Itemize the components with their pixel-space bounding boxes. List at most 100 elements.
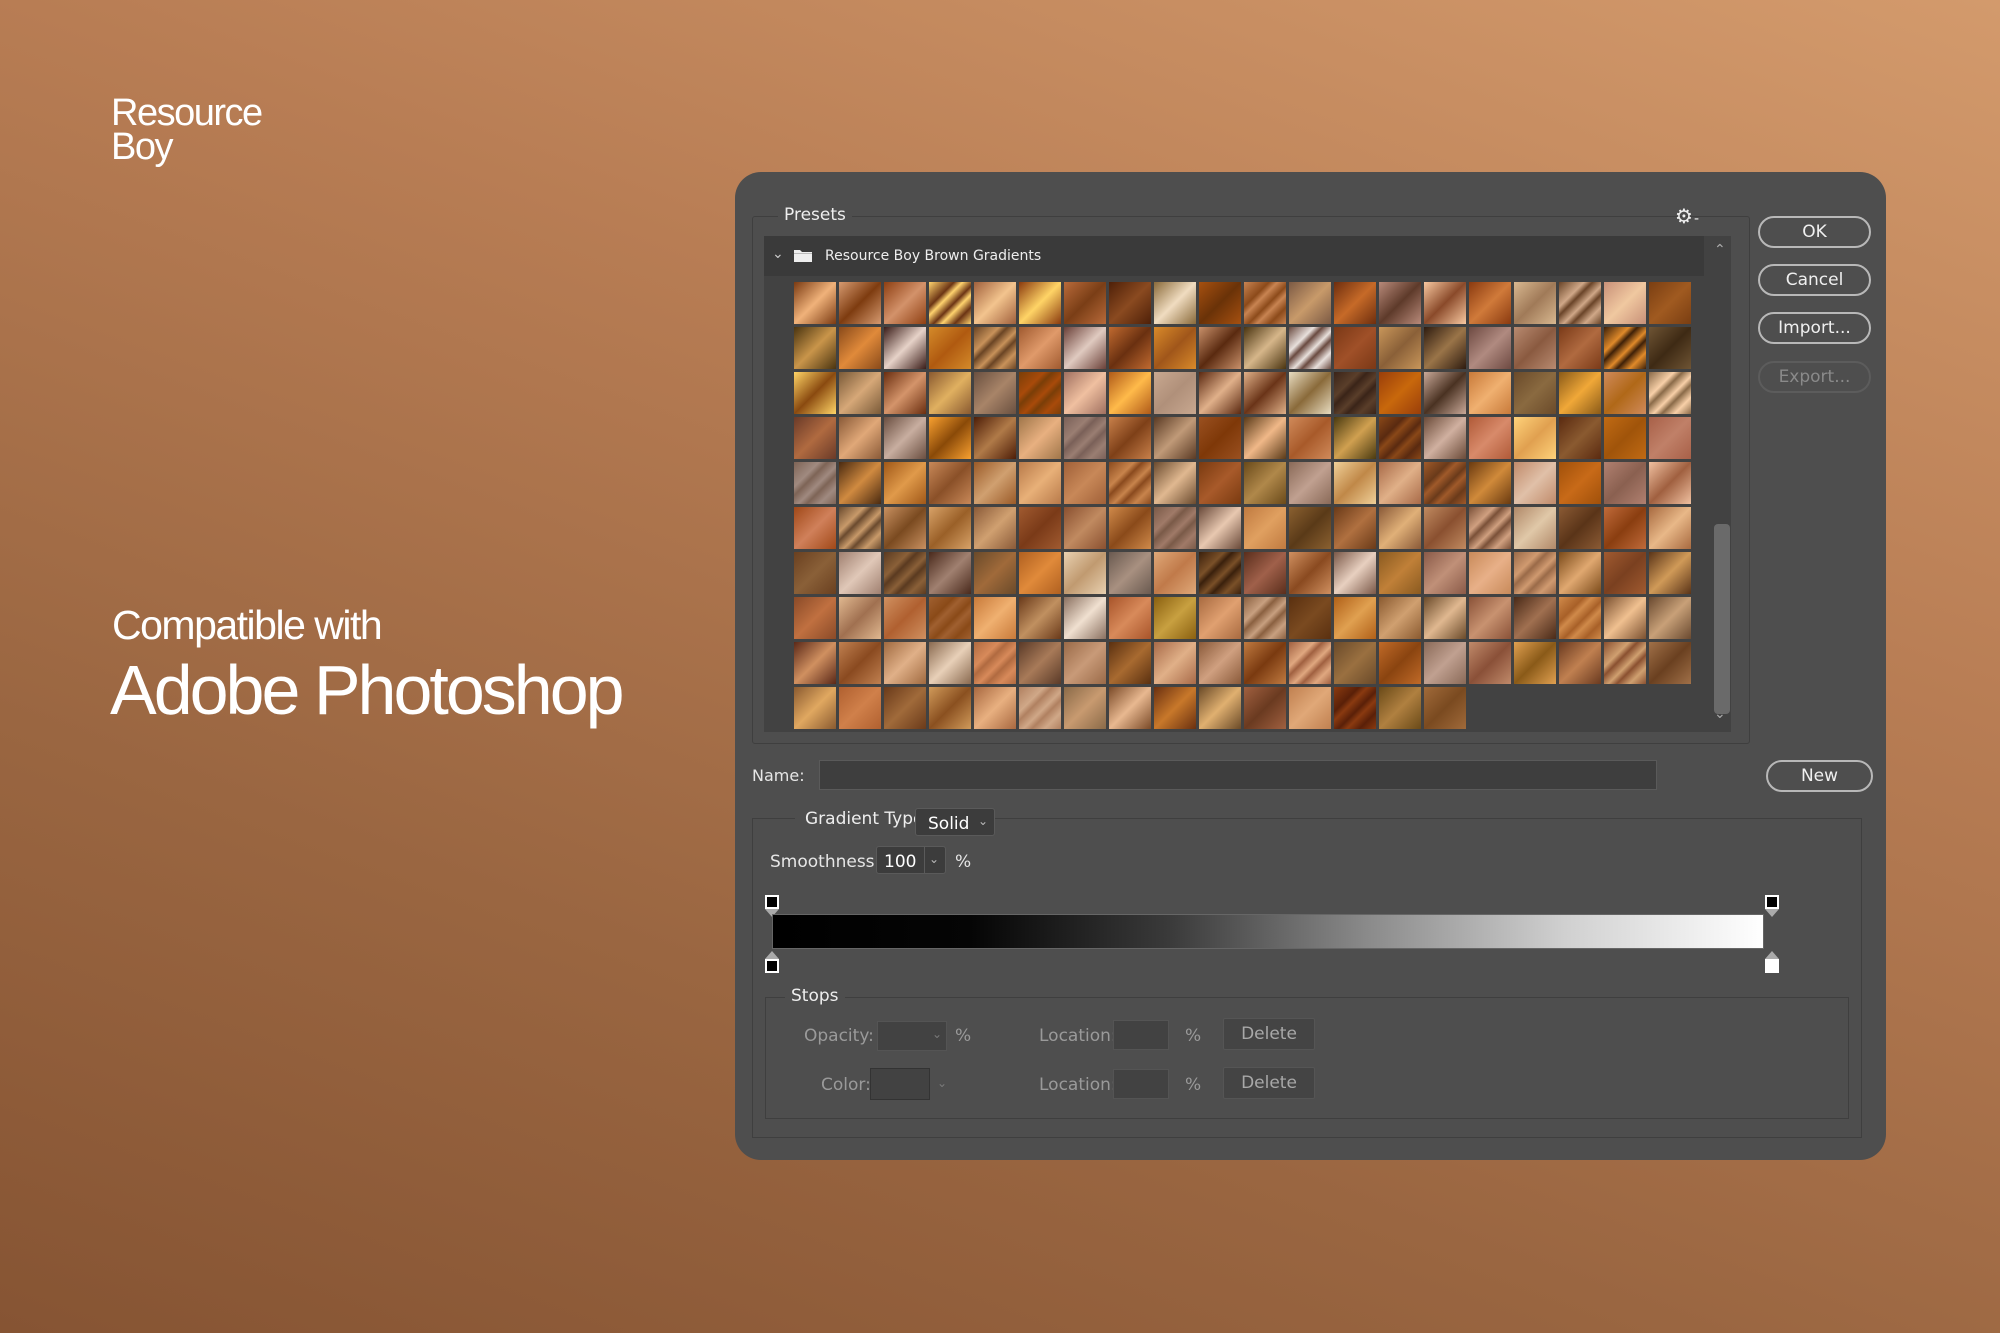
gradient-swatch[interactable] <box>1379 417 1421 459</box>
gradient-swatch[interactable] <box>1244 372 1286 414</box>
chevron-down-icon[interactable]: ⌄ <box>937 1076 947 1090</box>
color-stop-left[interactable] <box>765 951 779 973</box>
gradient-swatch[interactable] <box>1109 507 1151 549</box>
gradient-swatch[interactable] <box>929 417 971 459</box>
gradient-swatch[interactable] <box>929 462 971 504</box>
gradient-swatch[interactable] <box>1109 687 1151 729</box>
gradient-swatch[interactable] <box>1289 507 1331 549</box>
opacity-stop-right[interactable] <box>1765 895 1779 917</box>
gradient-swatch[interactable] <box>1334 462 1376 504</box>
gradient-swatch[interactable] <box>1514 507 1556 549</box>
import-button[interactable]: Import... <box>1758 312 1871 344</box>
gradient-swatch[interactable] <box>1604 462 1646 504</box>
gradient-swatch[interactable] <box>974 372 1016 414</box>
gradient-swatch[interactable] <box>1064 597 1106 639</box>
gradient-swatch[interactable] <box>1559 372 1601 414</box>
gradient-swatch[interactable] <box>884 687 926 729</box>
gradient-swatch[interactable] <box>1064 372 1106 414</box>
preset-folder-row[interactable]: ⌄ Resource Boy Brown Gradients <box>764 236 1704 276</box>
gradient-swatch[interactable] <box>1424 642 1466 684</box>
gradient-swatch[interactable] <box>1289 417 1331 459</box>
gradient-swatch[interactable] <box>1514 417 1556 459</box>
gradient-swatch[interactable] <box>974 597 1016 639</box>
gradient-swatch[interactable] <box>974 507 1016 549</box>
gradient-swatch[interactable] <box>1199 507 1241 549</box>
gradient-swatch[interactable] <box>1289 462 1331 504</box>
gradient-type-select[interactable]: Solid ⌄ <box>915 808 995 836</box>
gradient-swatch[interactable] <box>929 687 971 729</box>
gradient-swatch[interactable] <box>1604 282 1646 324</box>
gradient-swatch[interactable] <box>1199 372 1241 414</box>
gradient-swatch[interactable] <box>1649 507 1691 549</box>
gradient-swatch[interactable] <box>1199 327 1241 369</box>
gradient-swatch[interactable] <box>1469 552 1511 594</box>
gradient-swatch[interactable] <box>884 642 926 684</box>
gradient-swatch[interactable] <box>1109 642 1151 684</box>
gradient-swatch[interactable] <box>839 372 881 414</box>
chevron-down-icon[interactable]: ⌄ <box>929 852 939 866</box>
gradient-swatch[interactable] <box>929 642 971 684</box>
gradient-swatch[interactable] <box>1019 372 1061 414</box>
gradient-swatch[interactable] <box>1334 282 1376 324</box>
gradient-swatch[interactable] <box>1649 327 1691 369</box>
gradient-swatch[interactable] <box>794 642 836 684</box>
gradient-swatch[interactable] <box>1244 327 1286 369</box>
gradient-swatch[interactable] <box>794 372 836 414</box>
gradient-swatch[interactable] <box>1649 462 1691 504</box>
gradient-swatch[interactable] <box>839 327 881 369</box>
gradient-swatch[interactable] <box>1244 282 1286 324</box>
gradient-swatch[interactable] <box>1559 507 1601 549</box>
gradient-swatch[interactable] <box>1199 597 1241 639</box>
gear-icon[interactable]: ⚙- <box>1675 204 1699 228</box>
color-stop-right[interactable] <box>1765 951 1779 973</box>
gradient-swatch[interactable] <box>1469 417 1511 459</box>
gradient-swatch[interactable] <box>1334 687 1376 729</box>
gradient-swatch[interactable] <box>1514 597 1556 639</box>
gradient-swatch[interactable] <box>1064 507 1106 549</box>
gradient-swatch[interactable] <box>1334 417 1376 459</box>
gradient-swatch[interactable] <box>1289 372 1331 414</box>
gradient-swatch[interactable] <box>1379 462 1421 504</box>
gradient-swatch[interactable] <box>1244 552 1286 594</box>
gradient-swatch[interactable] <box>974 687 1016 729</box>
gradient-swatch[interactable] <box>1154 552 1196 594</box>
gradient-swatch[interactable] <box>1019 687 1061 729</box>
gradient-swatch[interactable] <box>1334 642 1376 684</box>
gradient-swatch[interactable] <box>839 642 881 684</box>
gradient-swatch[interactable] <box>1469 462 1511 504</box>
color-swatch-input[interactable] <box>870 1068 930 1100</box>
gradient-swatch[interactable] <box>884 507 926 549</box>
chevron-down-icon[interactable]: ⌄ <box>772 246 784 262</box>
gradient-swatch[interactable] <box>1514 462 1556 504</box>
gradient-swatch[interactable] <box>1469 327 1511 369</box>
color-location-input[interactable] <box>1113 1069 1169 1099</box>
gradient-swatch[interactable] <box>884 417 926 459</box>
ok-button[interactable]: OK <box>1758 216 1871 248</box>
gradient-swatch[interactable] <box>929 597 971 639</box>
gradient-swatch[interactable] <box>1379 282 1421 324</box>
gradient-swatch[interactable] <box>1019 507 1061 549</box>
gradient-swatch[interactable] <box>1604 372 1646 414</box>
gradient-swatch[interactable] <box>1604 642 1646 684</box>
gradient-swatch[interactable] <box>1244 597 1286 639</box>
gradient-swatch[interactable] <box>1019 552 1061 594</box>
gradient-swatch[interactable] <box>1154 507 1196 549</box>
gradient-swatch[interactable] <box>839 687 881 729</box>
gradient-swatch[interactable] <box>1289 687 1331 729</box>
gradient-swatch[interactable] <box>1649 642 1691 684</box>
gradient-swatch[interactable] <box>1019 327 1061 369</box>
gradient-swatch[interactable] <box>884 327 926 369</box>
gradient-swatch[interactable] <box>1514 552 1556 594</box>
gradient-swatch[interactable] <box>1424 372 1466 414</box>
gradient-preview-bar[interactable] <box>772 914 1764 949</box>
gradient-swatch[interactable] <box>1154 642 1196 684</box>
gradient-swatch[interactable] <box>794 507 836 549</box>
gradient-swatch[interactable] <box>839 462 881 504</box>
gradient-swatch[interactable] <box>1334 507 1376 549</box>
gradient-swatch[interactable] <box>1334 327 1376 369</box>
gradient-swatch[interactable] <box>794 417 836 459</box>
gradient-swatch[interactable] <box>1244 462 1286 504</box>
gradient-swatch[interactable] <box>1469 597 1511 639</box>
gradient-swatch[interactable] <box>1109 597 1151 639</box>
smoothness-field[interactable]: 100 ⌄ <box>876 846 946 874</box>
